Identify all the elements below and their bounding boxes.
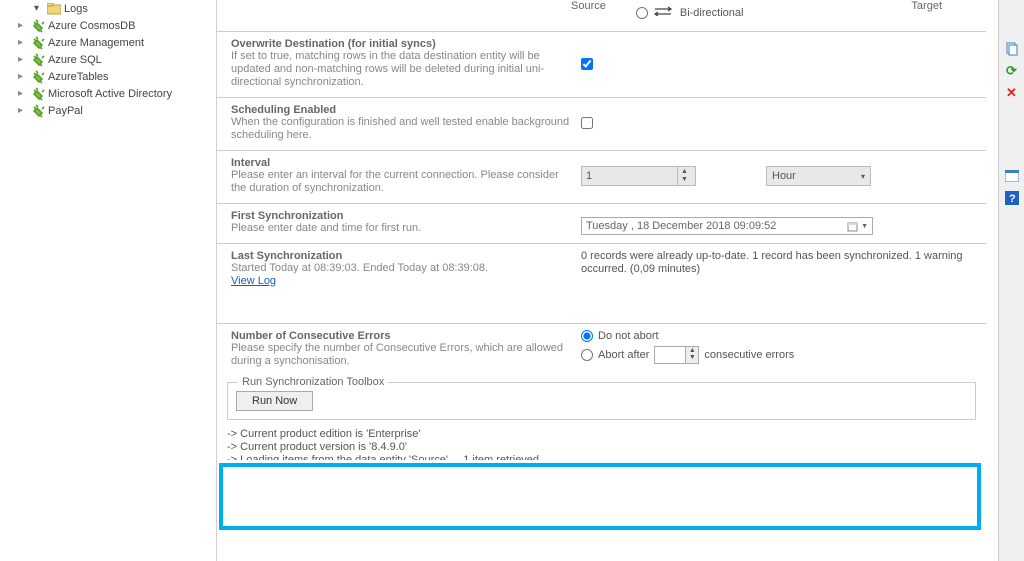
right-sidebar: ⟳ ✕ ?: [998, 0, 1024, 561]
tree-item-ad[interactable]: ▸ Microsoft Active Directory: [0, 85, 216, 102]
first-sync-datetime: Tuesday , 18 December 2018 09:09:52: [586, 220, 776, 232]
tree-item-cosmosdb[interactable]: ▸ Azure CosmosDB: [0, 17, 216, 34]
interval-desc: Please enter an interval for the current…: [231, 169, 571, 195]
tree-label: AzureTables: [48, 71, 109, 83]
tree-label: Logs: [64, 3, 88, 15]
connection-tree: ▾ Logs ▸ Azure CosmosDB ▸ Azure Manageme…: [0, 0, 216, 561]
dir-bidi-row[interactable]: Bi-directional: [636, 6, 882, 19]
chevron-right-icon: ▸: [18, 71, 30, 82]
chevron-down-icon: ▾: [34, 3, 46, 14]
last-sync-section: Last Synchronization Started Today at 08…: [217, 244, 986, 324]
scheduling-checkbox[interactable]: [581, 117, 593, 129]
plugin-icon: [30, 70, 46, 84]
log-output: -> Current product edition is 'Enterpris…: [217, 426, 986, 462]
direction-section: Source ← Right to Left Bi-directional Ta…: [217, 0, 986, 32]
plugin-icon: [30, 19, 46, 33]
scheduling-title: Scheduling Enabled: [231, 104, 571, 116]
folder-icon: [46, 3, 62, 15]
first-sync-desc: Please enter date and time for first run…: [231, 222, 571, 235]
spinner-buttons[interactable]: ▲▼: [685, 347, 698, 363]
chevron-right-icon: ▸: [18, 105, 30, 116]
tree-label: Azure CosmosDB: [48, 20, 135, 32]
errors-opt2-row[interactable]: Abort after ▲▼ consecutive errors: [581, 346, 972, 364]
calendar-dropdown-icon: ▼: [847, 221, 868, 232]
abortafter-prefix: Abort after: [598, 349, 649, 361]
overwrite-section: Overwrite Destination (for initial syncs…: [217, 32, 986, 98]
overwrite-desc: If set to true, matching rows in the dat…: [231, 50, 571, 89]
abortafter-spinner[interactable]: ▲▼: [654, 346, 699, 364]
tree-item-azuremgmt[interactable]: ▸ Azure Management: [0, 34, 216, 51]
plugin-icon: [30, 104, 46, 118]
plugin-icon: [30, 53, 46, 67]
copy-icon[interactable]: [1004, 41, 1020, 57]
delete-icon[interactable]: ✕: [1004, 85, 1020, 101]
interval-unit-select[interactable]: Hour ▾: [766, 166, 871, 186]
window-icon[interactable]: [1004, 168, 1020, 184]
arrows-bidirectional-icon: [653, 6, 675, 19]
view-log-link[interactable]: View Log: [231, 275, 276, 287]
toolbox-title: Run Synchronization Toolbox: [238, 376, 388, 388]
chevron-right-icon: ▸: [18, 20, 30, 31]
overwrite-title: Overwrite Destination (for initial syncs…: [231, 38, 571, 50]
donotabort-label: Do not abort: [598, 330, 659, 342]
help-icon[interactable]: ?: [1004, 190, 1020, 206]
target-label: Target: [911, 0, 942, 12]
refresh-icon[interactable]: ⟳: [1004, 63, 1020, 79]
dir-bidi-radio[interactable]: [636, 7, 648, 19]
log-line: -> Current product edition is 'Enterpris…: [227, 428, 976, 441]
chevron-right-icon: ▸: [18, 37, 30, 48]
donotabort-radio[interactable]: [581, 330, 593, 342]
log-line: -> Loading items from the data entity 'S…: [227, 454, 976, 460]
tree-label: Azure Management: [48, 37, 144, 49]
last-sync-title: Last Synchronization: [231, 250, 571, 262]
source-label: Source: [571, 0, 606, 12]
first-sync-datepicker[interactable]: Tuesday , 18 December 2018 09:09:52 ▼: [581, 217, 873, 235]
tree-item-paypal[interactable]: ▸ PayPal: [0, 102, 216, 119]
run-now-button[interactable]: Run Now: [236, 391, 313, 411]
interval-spinner[interactable]: ▲▼: [581, 166, 696, 186]
tree-label: Azure SQL: [48, 54, 102, 66]
interval-unit-value: Hour: [772, 170, 796, 182]
first-sync-title: First Synchronization: [231, 210, 571, 222]
chevron-down-icon: ▾: [861, 172, 865, 181]
overwrite-checkbox[interactable]: [581, 58, 593, 70]
configuration-panel: Source ← Right to Left Bi-directional Ta…: [216, 0, 986, 561]
errors-section: Number of Consecutive Errors Please spec…: [217, 324, 986, 376]
tree-item-logs[interactable]: ▾ Logs: [0, 0, 216, 17]
tree-label: Microsoft Active Directory: [48, 88, 172, 100]
errors-title: Number of Consecutive Errors: [231, 330, 571, 342]
errors-opt1-row[interactable]: Do not abort: [581, 330, 972, 342]
interval-value[interactable]: [582, 167, 677, 185]
tree-item-azuretables[interactable]: ▸ AzureTables: [0, 68, 216, 85]
scheduling-desc: When the configuration is finished and w…: [231, 116, 571, 142]
svg-text:?: ?: [1009, 193, 1016, 205]
tree-item-azuresql[interactable]: ▸ Azure SQL: [0, 51, 216, 68]
plugin-icon: [30, 87, 46, 101]
spinner-buttons[interactable]: ▲▼: [677, 167, 691, 185]
run-toolbox-group: Run Synchronization Toolbox Run Now: [227, 382, 976, 420]
chevron-right-icon: ▸: [18, 54, 30, 65]
dir-bidi-label: Bi-directional: [680, 7, 744, 19]
errors-desc: Please specify the number of Consecutive…: [231, 342, 571, 368]
last-sync-result: 0 records were already up-to-date. 1 rec…: [581, 250, 972, 276]
last-sync-desc: Started Today at 08:39:03. Ended Today a…: [231, 262, 571, 275]
interval-section: Interval Please enter an interval for th…: [217, 151, 986, 204]
first-sync-section: First Synchronization Please enter date …: [217, 204, 986, 244]
abortafter-suffix: consecutive errors: [704, 349, 794, 361]
log-line: -> Current product version is '8.4.9.0': [227, 441, 976, 454]
plugin-icon: [30, 36, 46, 50]
scheduling-section: Scheduling Enabled When the configuratio…: [217, 98, 986, 151]
tree-label: PayPal: [48, 105, 83, 117]
abortafter-radio[interactable]: [581, 349, 593, 361]
chevron-right-icon: ▸: [18, 88, 30, 99]
interval-title: Interval: [231, 157, 571, 169]
abortafter-value[interactable]: [655, 347, 685, 363]
